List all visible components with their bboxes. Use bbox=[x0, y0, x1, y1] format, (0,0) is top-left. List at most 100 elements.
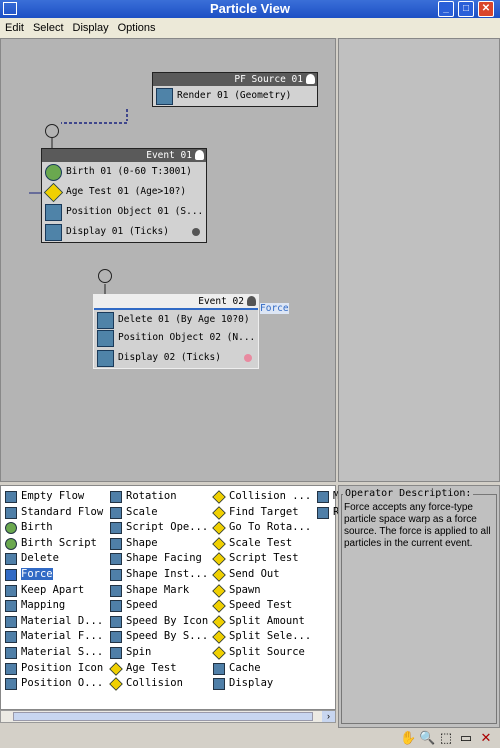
operator-icon bbox=[110, 584, 122, 597]
close-button[interactable]: ✕ bbox=[478, 1, 494, 17]
zoom-icon[interactable]: 🔍 bbox=[419, 730, 435, 746]
menu-edit[interactable]: Edit bbox=[5, 22, 24, 34]
depot-item[interactable]: Mapping bbox=[3, 598, 103, 614]
operator-row[interactable]: Display 02 (Ticks) bbox=[94, 348, 258, 368]
bulb-icon[interactable] bbox=[306, 74, 315, 84]
depot-item[interactable]: Speed By S... bbox=[108, 629, 208, 645]
operator-row[interactable]: Display 01 (Ticks) bbox=[42, 222, 206, 242]
event-02-node[interactable]: Event 02 Delete 01 (By Age 10?0) Positio… bbox=[93, 294, 259, 369]
scroll-right-button[interactable]: › bbox=[322, 711, 335, 722]
menu-options[interactable]: Options bbox=[118, 22, 156, 34]
depot-item[interactable]: Split Amount bbox=[211, 614, 311, 630]
operator-row[interactable]: Position Object 02 (N... bbox=[94, 328, 258, 348]
operator-row[interactable]: Birth 01 (0-60 T:3001) bbox=[42, 162, 206, 182]
depot-item[interactable]: Force bbox=[3, 567, 103, 583]
depot-item[interactable]: Collision ... bbox=[211, 489, 311, 505]
operator-icon bbox=[5, 522, 17, 535]
depot-item[interactable]: Spin bbox=[108, 645, 208, 661]
depot-item-label: Rotation bbox=[126, 490, 177, 502]
display-color-swatch[interactable] bbox=[192, 228, 200, 236]
depot-item[interactable]: M bbox=[315, 489, 339, 505]
test-row[interactable]: Age Test 01 (Age>10?) bbox=[42, 182, 206, 203]
maximize-button[interactable]: □ bbox=[458, 1, 474, 17]
depot-item[interactable]: Split Source bbox=[211, 645, 311, 661]
depot-item-label: Display bbox=[229, 677, 274, 690]
operator-label: Delete 01 (By Age 10?0) bbox=[118, 314, 250, 325]
depot-item[interactable]: Position O... bbox=[3, 676, 103, 692]
depot-item[interactable]: Material S... bbox=[3, 645, 103, 661]
depot-item-label: Send Out bbox=[229, 567, 280, 580]
operator-icon bbox=[110, 615, 122, 628]
zoom-region-icon[interactable]: ⬚ bbox=[438, 730, 454, 746]
depot-item[interactable]: Material D... bbox=[3, 614, 103, 630]
depot-item[interactable]: Find Target bbox=[211, 505, 311, 521]
depot-item[interactable]: Shape Facing bbox=[108, 551, 208, 567]
depot-item[interactable]: Speed By Icon bbox=[108, 614, 208, 630]
depot-item[interactable]: Spawn bbox=[211, 583, 311, 599]
bulb-icon[interactable] bbox=[195, 150, 204, 160]
event-input-socket[interactable] bbox=[45, 124, 59, 138]
depot-item[interactable]: Script Test bbox=[211, 551, 311, 567]
scrollbar-thumb[interactable] bbox=[13, 712, 313, 721]
depot-item[interactable]: Speed bbox=[108, 598, 208, 614]
operator-icon bbox=[110, 506, 122, 519]
depot-item-label: Speed bbox=[126, 599, 158, 612]
bulb-icon[interactable] bbox=[247, 296, 256, 306]
node-title: Event 02 bbox=[198, 296, 244, 307]
depot-item-label: Speed By Icon bbox=[126, 614, 209, 627]
zoom-extents-icon[interactable]: ▭ bbox=[458, 730, 474, 746]
depot-item[interactable]: Cache bbox=[211, 661, 311, 677]
minimize-button[interactable]: _ bbox=[438, 1, 454, 17]
operator-row[interactable]: Render 01 (Geometry) bbox=[153, 86, 317, 106]
depot-item[interactable]: R bbox=[315, 505, 339, 521]
depot-item[interactable]: Collision bbox=[108, 676, 208, 692]
depot-item[interactable]: Age Test bbox=[108, 661, 208, 677]
test-icon bbox=[212, 536, 226, 551]
depot-item[interactable]: Shape Inst... bbox=[108, 567, 208, 583]
test-icon bbox=[109, 677, 123, 691]
event-01-node[interactable]: Event 01 Birth 01 (0-60 T:3001) Age Test… bbox=[41, 148, 207, 243]
depot-item[interactable]: Go To Rota... bbox=[211, 520, 311, 536]
test-icon bbox=[43, 182, 64, 203]
depot-item[interactable]: Split Sele... bbox=[211, 629, 311, 645]
node-title: PF Source 01 bbox=[234, 74, 303, 85]
display-color-swatch[interactable] bbox=[244, 354, 252, 362]
depot-item[interactable]: Birth bbox=[3, 520, 103, 536]
operator-icon bbox=[5, 615, 17, 628]
depot-item-label: Split Source bbox=[229, 645, 305, 658]
pf-source-node[interactable]: PF Source 01 Render 01 (Geometry) bbox=[152, 72, 318, 107]
depot-item[interactable]: Speed Test bbox=[211, 598, 311, 614]
particle-graph[interactable]: PF Source 01 Render 01 (Geometry) Event … bbox=[0, 38, 336, 482]
depot-item[interactable]: Scale Test bbox=[211, 536, 311, 552]
depot-item[interactable]: Delete bbox=[3, 551, 103, 567]
horizontal-scrollbar[interactable]: › bbox=[0, 710, 336, 723]
depot-item[interactable]: Shape bbox=[108, 536, 208, 552]
depot-item[interactable]: Shape Mark bbox=[108, 583, 208, 599]
depot-item[interactable]: Send Out bbox=[211, 567, 311, 583]
depot-item[interactable]: Birth Script bbox=[3, 536, 103, 552]
operator-row[interactable]: Delete 01 (By Age 10?0) bbox=[94, 308, 258, 329]
pan-icon[interactable]: ✋ bbox=[400, 730, 416, 746]
no-zoom-icon[interactable]: ✕ bbox=[478, 730, 494, 746]
depot-item[interactable]: Script Ope... bbox=[108, 520, 208, 536]
depot-list[interactable]: Empty Flow Standard Flow Birth Birth Script… bbox=[0, 485, 339, 710]
operator-row[interactable]: Position Object 01 (S... bbox=[42, 202, 206, 222]
depot-item[interactable]: Material F... bbox=[3, 629, 103, 645]
depot-item[interactable]: Scale bbox=[108, 505, 208, 521]
depot-item[interactable]: Rotation bbox=[108, 489, 208, 505]
depot-item[interactable]: Display bbox=[211, 676, 311, 692]
operator-label: Age Test 01 (Age>10?) bbox=[66, 186, 187, 197]
depot-item[interactable]: Position Icon bbox=[3, 661, 103, 677]
depot-item[interactable]: Standard Flow bbox=[3, 505, 103, 521]
menu-display[interactable]: Display bbox=[73, 22, 109, 34]
depot-item[interactable]: Keep Apart bbox=[3, 583, 103, 599]
app-icon[interactable] bbox=[3, 2, 17, 15]
event-input-socket[interactable] bbox=[98, 269, 112, 283]
depot-item[interactable]: Empty Flow bbox=[3, 489, 103, 505]
drag-label: Force bbox=[260, 303, 289, 314]
operator-icon bbox=[5, 584, 17, 597]
operator-label: Birth 01 (0-60 T:3001) bbox=[66, 166, 192, 177]
operator-label: Display 02 (Ticks) bbox=[118, 352, 221, 363]
menu-select[interactable]: Select bbox=[33, 22, 64, 34]
depot-item-label: Script Ope... bbox=[126, 521, 209, 534]
